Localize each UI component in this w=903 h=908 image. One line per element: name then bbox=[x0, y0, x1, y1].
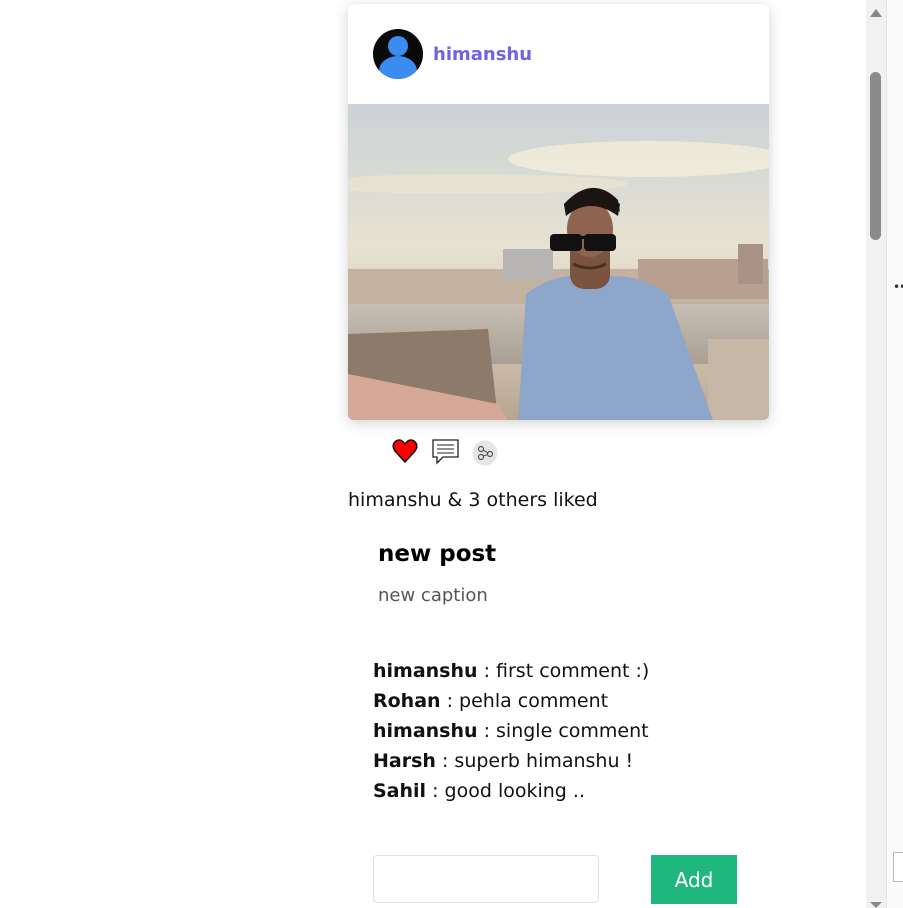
avatar[interactable] bbox=[373, 29, 423, 79]
likes-summary: himanshu & 3 others liked bbox=[348, 489, 598, 511]
comment-list: himanshu : first comment :) Rohan : pehl… bbox=[373, 658, 649, 808]
comment-author[interactable]: himanshu bbox=[373, 720, 478, 742]
comment-text: : single comment bbox=[477, 720, 649, 742]
avatar-body bbox=[379, 56, 417, 79]
comment-author[interactable]: Rohan bbox=[373, 690, 441, 712]
heart-icon[interactable] bbox=[392, 438, 418, 464]
comment-icon[interactable] bbox=[432, 439, 459, 465]
comment-text: : pehla comment bbox=[440, 690, 609, 712]
scrollbar-thumb[interactable] bbox=[870, 72, 881, 240]
more-options-icon[interactable]: •• bbox=[893, 280, 903, 294]
avatar-head bbox=[388, 36, 408, 56]
comment-text: : superb himanshu ! bbox=[435, 750, 634, 772]
post-title: new post bbox=[378, 541, 497, 567]
comment-item: Rohan : pehla comment bbox=[373, 688, 649, 718]
comment-author[interactable]: Harsh bbox=[373, 750, 436, 772]
comment-item: Harsh : superb himanshu ! bbox=[373, 748, 649, 778]
comment-item: himanshu : first comment :) bbox=[373, 658, 649, 688]
comment-item: Sahil : good looking .. bbox=[373, 778, 649, 808]
comment-author[interactable]: Sahil bbox=[373, 780, 426, 802]
scroll-up-arrow-icon[interactable] bbox=[870, 9, 882, 17]
comment-author[interactable]: himanshu bbox=[373, 660, 478, 682]
side-panel-input[interactable] bbox=[893, 852, 903, 882]
comment-input[interactable] bbox=[373, 855, 599, 903]
post-photo bbox=[348, 104, 769, 420]
post-header: himanshu bbox=[348, 4, 769, 104]
comment-text: : first comment :) bbox=[477, 660, 650, 682]
post-author-username[interactable]: himanshu bbox=[433, 44, 532, 65]
comment-text: : good looking .. bbox=[426, 780, 585, 802]
page-scrollbar[interactable] bbox=[866, 0, 886, 908]
share-icon[interactable] bbox=[472, 440, 498, 466]
post-caption: new caption bbox=[378, 585, 488, 606]
scroll-down-arrow-icon[interactable] bbox=[870, 902, 882, 908]
post-card: himanshu bbox=[348, 4, 769, 420]
comment-item: himanshu : single comment bbox=[373, 718, 649, 748]
add-comment-button[interactable]: Add bbox=[651, 855, 737, 904]
side-panel: •• bbox=[886, 0, 903, 908]
